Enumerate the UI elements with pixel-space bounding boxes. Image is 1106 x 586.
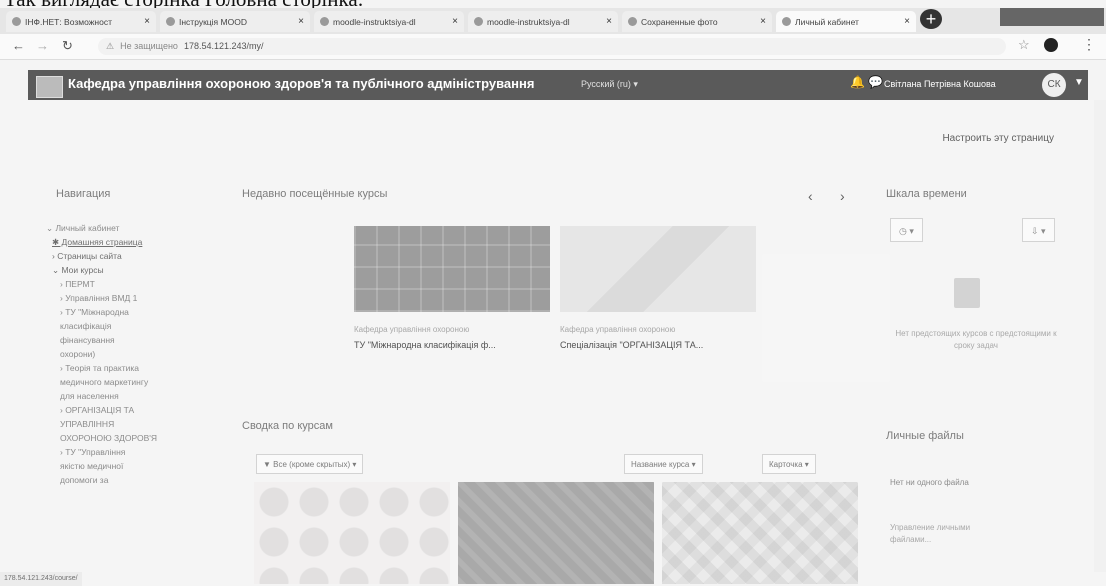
reload-icon[interactable]: ↻: [62, 38, 73, 54]
calendar-icon: [954, 278, 980, 308]
nav-item-course[interactable]: › ОРГАНІЗАЦІЯ ТА: [60, 405, 134, 415]
course-image[interactable]: [254, 482, 450, 584]
grouping-filter-dropdown[interactable]: ▼ Все (кроме скрытых) ▾: [256, 454, 364, 474]
private-files-title: Личные файлы: [886, 430, 964, 442]
bookmark-star-icon[interactable]: ☆: [1018, 37, 1030, 53]
close-icon[interactable]: ×: [298, 16, 304, 27]
course-card[interactable]: Кафедра управління охороною Спеціалізаці…: [560, 226, 756, 350]
menu-kebab-icon[interactable]: ⋮: [1082, 36, 1096, 53]
customize-page-button[interactable]: Настроить эту страницу: [912, 124, 1060, 152]
nav-item-course-cont[interactable]: медичного маркетингу: [60, 377, 148, 387]
warning-icon: ⚠: [106, 41, 115, 51]
forward-icon[interactable]: →: [36, 38, 49, 53]
course-overview: Сводка по курсам ▼ Все (кроме скрытых) ▾…: [238, 420, 878, 586]
address-bar: ← → ↻ ⚠ Не защищено 178.54.121.243/my/ ☆ ⋮: [0, 34, 1106, 60]
profile-icon[interactable]: [1044, 38, 1058, 52]
chevron-left-icon[interactable]: ‹: [808, 188, 813, 204]
timeline-sort-dropdown[interactable]: ⇩ ▾: [1022, 218, 1055, 242]
close-icon[interactable]: ×: [606, 16, 612, 27]
nav-item-course[interactable]: › Управління ВМД 1: [60, 293, 137, 303]
nav-item-course-cont[interactable]: якістю медичної: [60, 461, 123, 471]
course-image[interactable]: [662, 482, 858, 584]
chevron-right-icon[interactable]: ›: [840, 188, 845, 204]
nav-item-course[interactable]: › ТУ "Управління: [60, 447, 125, 457]
user-name[interactable]: Світлана Петрівна Кошова: [884, 79, 996, 89]
chevron-down-icon[interactable]: ▼: [1074, 77, 1084, 88]
view-dropdown[interactable]: Карточка ▾: [762, 454, 816, 474]
chat-icon[interactable]: 💬: [868, 75, 883, 89]
nav-item-course-cont[interactable]: класифікація: [60, 321, 111, 331]
browser-tab[interactable]: moodle-instruktsiya-dl ×: [468, 11, 618, 32]
timeline-block: Шкала времени ◷ ▾ ⇩ ▾ Нет предстоящих ку…: [886, 188, 1066, 398]
browser-tab[interactable]: moodle-instruktsiya-dl ×: [314, 11, 464, 32]
close-icon[interactable]: ×: [760, 16, 766, 27]
nav-item-course-cont[interactable]: для населення: [60, 391, 119, 401]
sort-dropdown[interactable]: Название курса ▾: [624, 454, 703, 474]
close-icon[interactable]: ×: [144, 16, 150, 27]
favicon-icon: [782, 17, 791, 26]
course-overview-title: Сводка по курсам: [242, 420, 333, 432]
browser-tab[interactable]: Інструкція MOOD ×: [160, 11, 310, 32]
nav-item-course-cont[interactable]: ОХОРОНОЮ ЗДОРОВ'Я: [60, 433, 157, 443]
nav-item-course[interactable]: › ТУ "Міжнародна: [60, 307, 129, 317]
favicon-icon: [12, 17, 21, 26]
timeline-filter-dropdown[interactable]: ◷ ▾: [890, 218, 923, 242]
course-image[interactable]: [560, 226, 756, 312]
close-icon[interactable]: ×: [452, 16, 458, 27]
nav-item-course-cont[interactable]: допомоги за: [60, 475, 108, 485]
favicon-icon: [474, 17, 483, 26]
nav-item-course-cont[interactable]: охорони): [60, 349, 95, 359]
course-name[interactable]: ТУ "Міжнародна класифікація ф...: [354, 340, 550, 350]
close-icon[interactable]: ×: [904, 16, 910, 27]
nav-item-course-cont[interactable]: фінансування: [60, 335, 115, 345]
recently-accessed-courses: Недавно посещённые курсы ‹ › Кафедра упр…: [238, 188, 878, 408]
navigation-title: Навигация: [56, 188, 111, 200]
course-category: Кафедра управління охороною: [354, 325, 470, 334]
browser-tab[interactable]: Сохраненные фото ×: [622, 11, 772, 32]
nav-item-site-pages[interactable]: › Страницы сайта: [52, 251, 122, 261]
browser-tab[interactable]: ІНФ.НЕТ: Возможност ×: [6, 11, 156, 32]
url-field[interactable]: ⚠ Не защищено 178.54.121.243/my/: [98, 38, 1006, 55]
site-logo[interactable]: [36, 76, 63, 98]
course-image[interactable]: [458, 482, 654, 584]
nav-item-home[interactable]: ✱ Домашняя страница: [52, 237, 142, 248]
status-bar-url: 178.54.121.243/course/: [0, 572, 82, 586]
private-files-block: Личные файлы Нет ни одного файла Управле…: [886, 430, 1066, 586]
new-tab-button[interactable]: +: [920, 9, 942, 29]
nav-item-dashboard[interactable]: ⌄ Личный кабинет: [46, 223, 119, 234]
recent-courses-title: Недавно посещённые курсы: [242, 188, 388, 200]
site-title[interactable]: Кафедра управління охороною здоров'я та …: [68, 76, 534, 91]
manage-files-link[interactable]: Управление личными файлами...: [890, 522, 1010, 546]
bell-icon[interactable]: 🔔: [850, 75, 865, 89]
favicon-icon: [320, 17, 329, 26]
avatar[interactable]: СК: [1042, 73, 1066, 97]
scrollbar[interactable]: [1094, 100, 1106, 572]
nav-item-course[interactable]: › Теорія та практика: [60, 363, 139, 373]
course-card[interactable]: Кафедра управління охороною ТУ "Міжнарод…: [354, 226, 550, 350]
back-icon[interactable]: ←: [12, 38, 25, 53]
favicon-icon: [628, 17, 637, 26]
course-image[interactable]: [354, 226, 550, 312]
nav-item-my-courses[interactable]: ⌄ Мои курсы: [52, 265, 104, 276]
timeline-empty-message: Нет предстоящих курсов с предстоящими к …: [895, 329, 1057, 350]
window-controls[interactable]: [1000, 8, 1104, 26]
timeline-title: Шкала времени: [886, 188, 967, 200]
course-name[interactable]: Спеціалізація "ОРГАНІЗАЦІЯ ТА...: [560, 340, 756, 350]
favicon-icon: [166, 17, 175, 26]
files-empty-message: Нет ни одного файла: [890, 478, 969, 487]
browser-tab-active[interactable]: Личный кабинет ×: [776, 11, 916, 32]
site-header: Кафедра управління охороною здоров'я та …: [28, 70, 1088, 100]
course-category: Кафедра управління охороною: [560, 325, 676, 334]
nav-item-course[interactable]: › ПЕРМТ: [60, 279, 95, 289]
nav-item-course-cont[interactable]: УПРАВЛІННЯ: [60, 419, 114, 429]
language-menu[interactable]: Русский (ru) ▾: [581, 79, 638, 90]
navigation-block: Навигация ⌄ Личный кабинет ✱ Домашняя ст…: [46, 188, 206, 580]
